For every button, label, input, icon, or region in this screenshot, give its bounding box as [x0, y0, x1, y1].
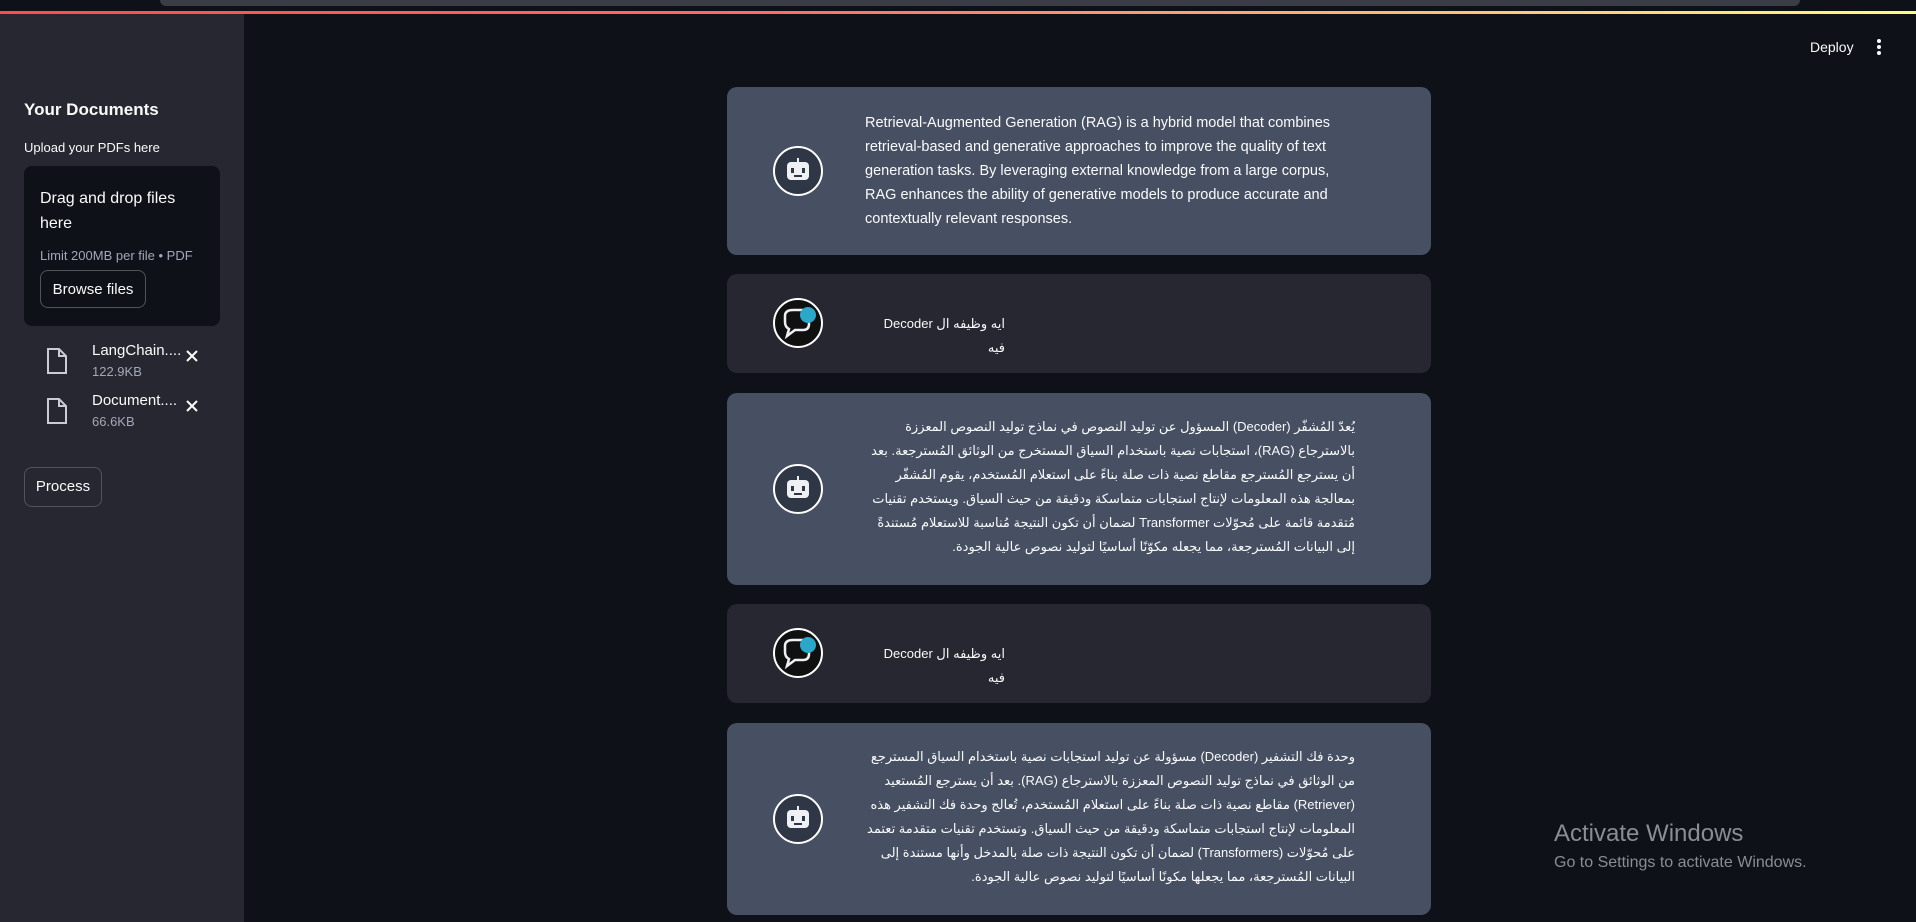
- streamlit-accent-bar: [0, 11, 1916, 14]
- upload-label: Upload your PDFs here: [24, 140, 160, 155]
- top-scroll-bar: [160, 0, 1800, 6]
- sidebar: Your Documents Upload your PDFs here Dra…: [0, 14, 244, 922]
- remove-file-icon[interactable]: [184, 398, 200, 414]
- process-button[interactable]: Process: [24, 467, 102, 507]
- activate-windows-subtitle: Go to Settings to activate Windows.: [1554, 854, 1807, 871]
- chat-message-assistant: يُعدّ المُشفّر (Decoder) المسؤول عن تولي…: [727, 393, 1431, 585]
- message-text: يُعدّ المُشفّر (Decoder) المسؤول عن تولي…: [871, 419, 1355, 554]
- more-menu-icon[interactable]: [1876, 38, 1882, 56]
- file-dropzone[interactable]: Drag and drop files here Limit 200MB per…: [24, 166, 220, 326]
- deploy-button[interactable]: Deploy: [1810, 39, 1854, 55]
- robot-icon: [773, 146, 823, 196]
- uploaded-file-item: Document.... 66.6KB: [40, 390, 210, 436]
- chat-message-user: ايه وظيفه ال Decoder فيه: [727, 604, 1431, 703]
- chat-message-assistant: Retrieval-Augmented Generation (RAG) is …: [727, 87, 1431, 255]
- file-name: LangChain....: [92, 342, 182, 359]
- message-text: ايه وظيفه ال Decoder فيه: [883, 316, 1005, 355]
- activate-windows-title: Activate Windows: [1554, 820, 1744, 847]
- sidebar-title: Your Documents: [24, 100, 159, 119]
- message-text: ايه وظيفه ال Decoder فيه: [883, 646, 1005, 685]
- robot-icon: [773, 794, 823, 844]
- dropzone-limit: Limit 200MB per file • PDF: [40, 248, 193, 263]
- robot-icon: [773, 464, 823, 514]
- message-text: وحدة فك التشفير (Decoder) مسؤولة عن تولي…: [867, 749, 1355, 884]
- remove-file-icon[interactable]: [184, 348, 200, 364]
- chat-message-user: ايه وظيفه ال Decoder فيه: [727, 274, 1431, 373]
- browser-top-strip: [0, 0, 1916, 11]
- chat-message-assistant: وحدة فك التشفير (Decoder) مسؤولة عن تولي…: [727, 723, 1431, 915]
- file-icon: [47, 398, 67, 424]
- uploaded-file-item: LangChain.... 122.9KB: [40, 340, 210, 386]
- file-size: 66.6KB: [92, 414, 135, 429]
- file-icon: [47, 348, 67, 374]
- dropzone-title: Drag and drop files here: [40, 190, 176, 232]
- file-name: Document....: [92, 392, 178, 409]
- chat-bubble-icon: [773, 298, 823, 348]
- file-size: 122.9KB: [92, 364, 142, 379]
- chat-bubble-icon: [773, 628, 823, 678]
- message-text: Retrieval-Augmented Generation (RAG) is …: [865, 115, 1331, 227]
- browse-files-button[interactable]: Browse files: [40, 270, 146, 308]
